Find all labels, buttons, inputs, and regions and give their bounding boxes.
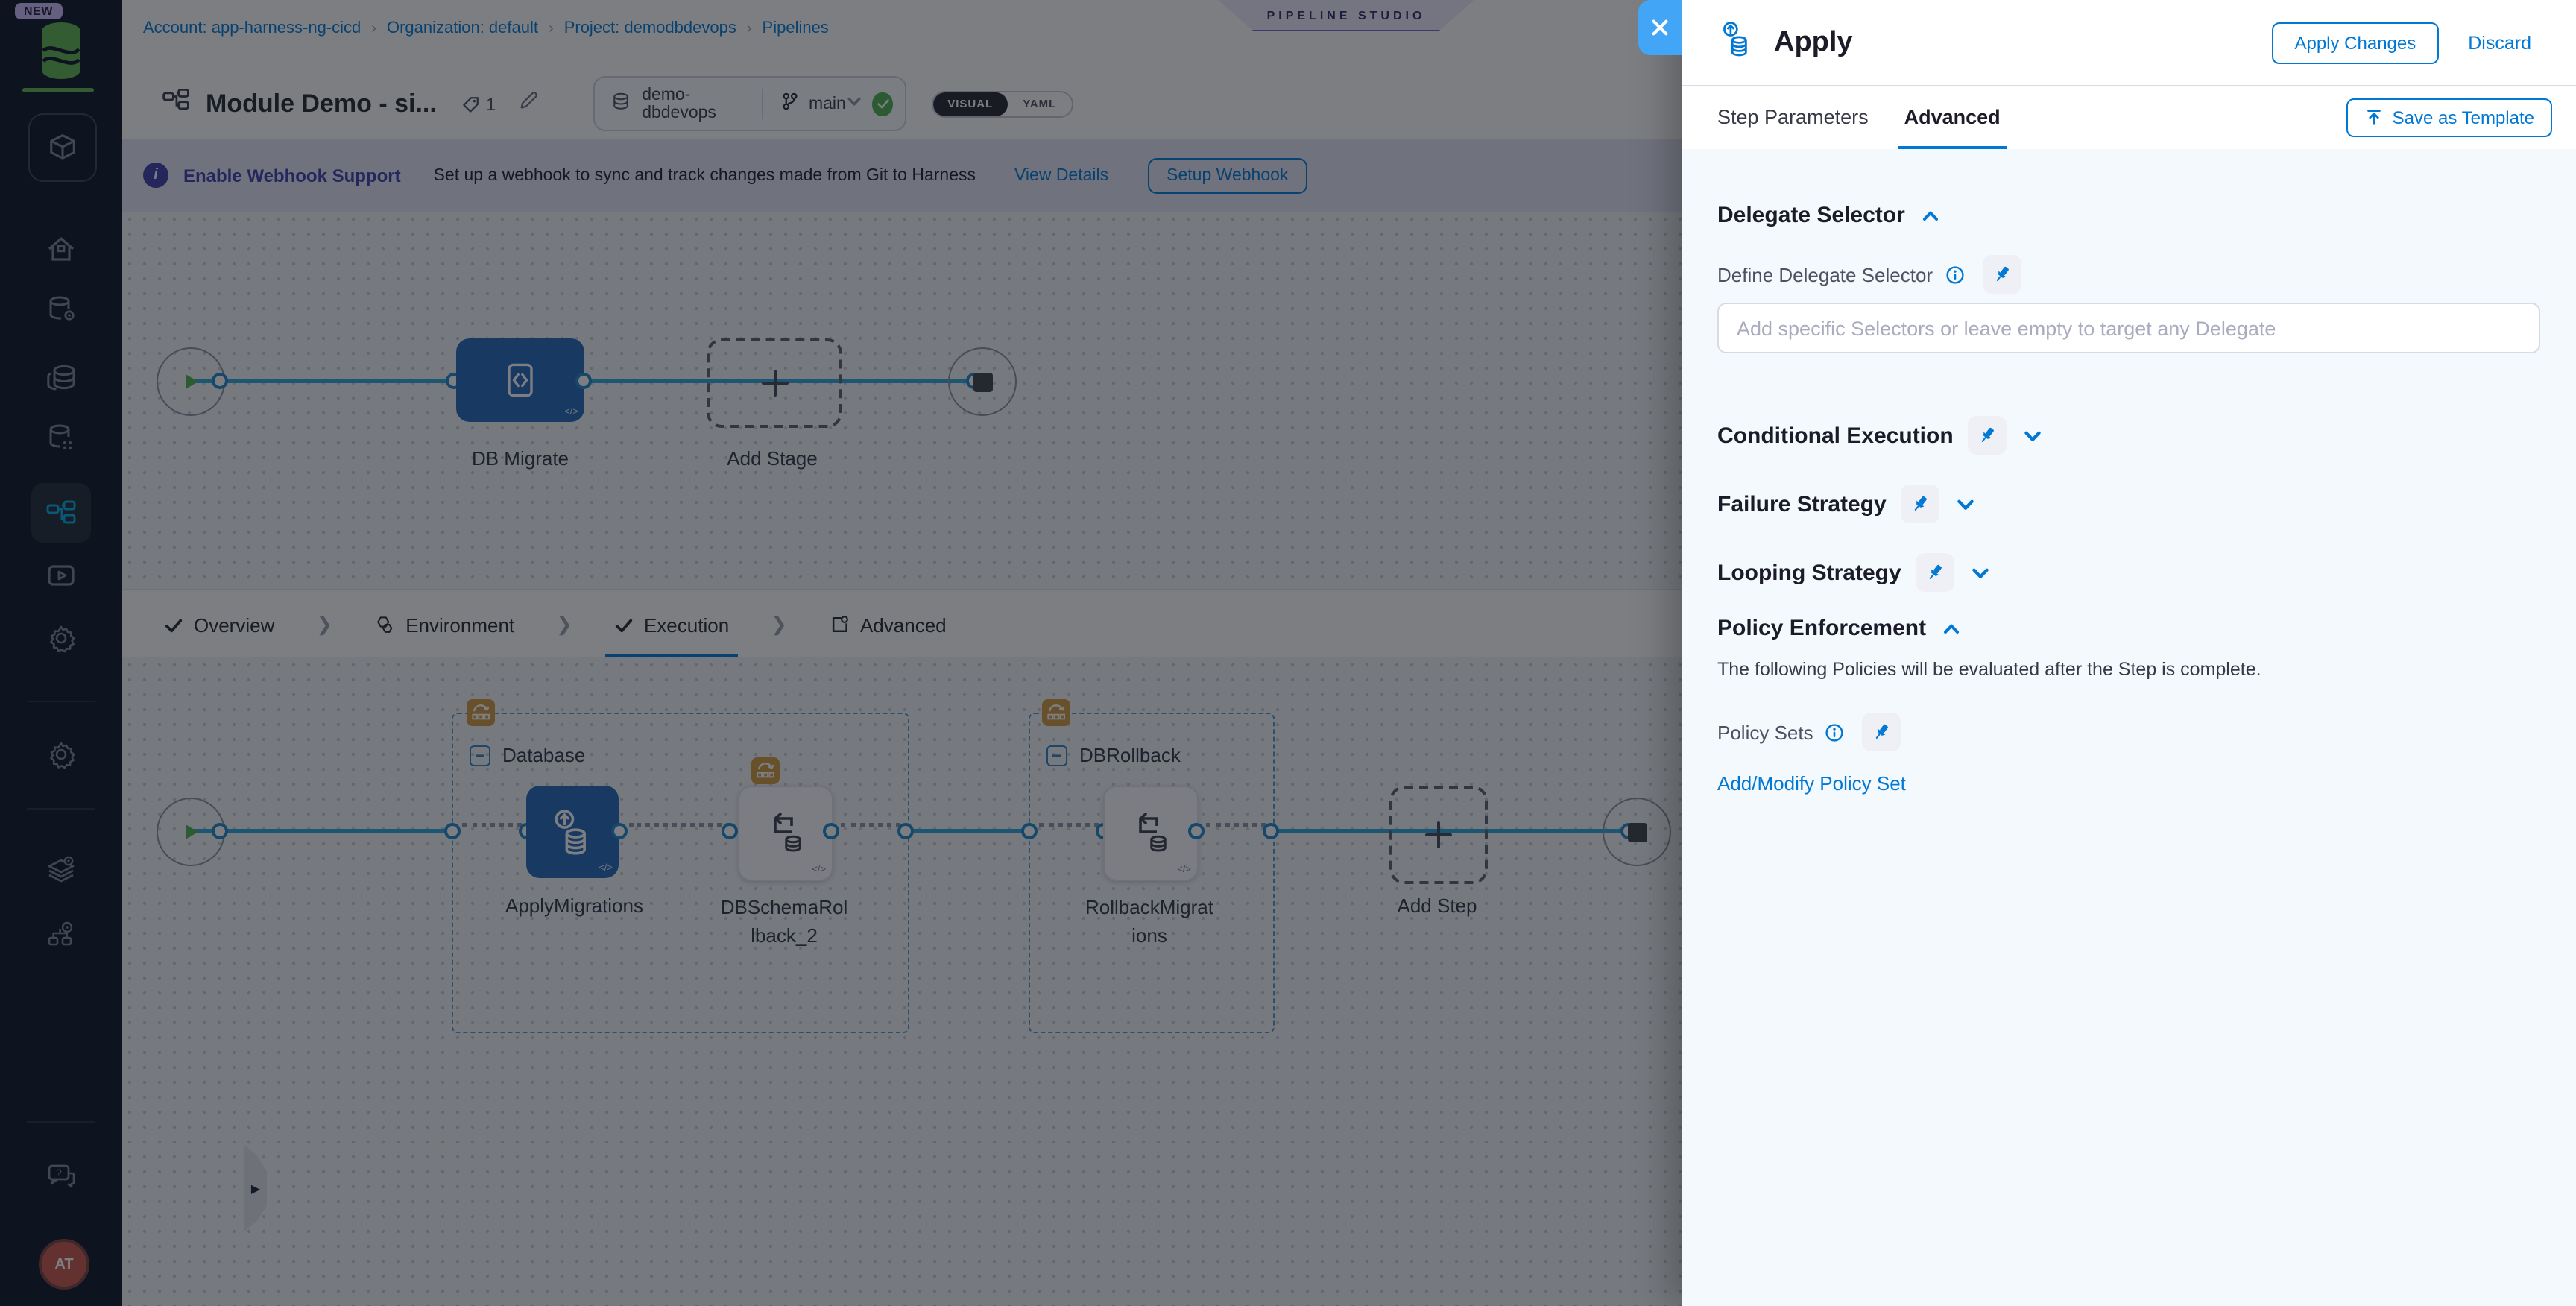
policy-sets-row: Policy Sets bbox=[1717, 713, 2540, 751]
save-as-template-button[interactable]: Save as Template bbox=[2346, 98, 2552, 136]
chevron-up-icon[interactable] bbox=[1920, 205, 1941, 226]
policy-enforcement-row[interactable]: Policy Enforcement bbox=[1717, 616, 2540, 641]
failure-strategy-row[interactable]: Failure Strategy bbox=[1717, 485, 2540, 523]
pin-runtime-input-button[interactable] bbox=[1862, 713, 1901, 751]
tab-advanced[interactable]: Advanced bbox=[1898, 85, 2006, 151]
info-icon[interactable] bbox=[1825, 722, 1845, 742]
failure-strategy-heading: Failure Strategy bbox=[1717, 491, 1887, 517]
conditional-execution-heading: Conditional Execution bbox=[1717, 423, 1954, 448]
save-as-template-label: Save as Template bbox=[2392, 107, 2534, 127]
delegate-selector-input[interactable] bbox=[1717, 303, 2540, 353]
close-drawer-button[interactable] bbox=[1638, 0, 1682, 55]
policy-enforcement-description: The following Policies will be evaluated… bbox=[1717, 659, 2261, 680]
modal-dim-overlay[interactable] bbox=[0, 0, 1682, 1306]
pin-runtime-input-button[interactable] bbox=[1982, 255, 2021, 294]
looping-strategy-row[interactable]: Looping Strategy bbox=[1717, 553, 2540, 592]
apply-changes-button[interactable]: Apply Changes bbox=[2272, 22, 2439, 63]
pin-runtime-input-button[interactable] bbox=[1968, 416, 2007, 455]
drawer-title: Apply bbox=[1774, 26, 1853, 57]
apply-step-icon bbox=[1717, 19, 1756, 66]
pin-runtime-input-button[interactable] bbox=[1901, 485, 1940, 523]
pin-runtime-input-button[interactable] bbox=[1916, 553, 1955, 592]
tab-step-parameters[interactable]: Step Parameters bbox=[1717, 85, 1869, 149]
info-icon[interactable] bbox=[1945, 265, 1964, 284]
add-modify-policy-set-link[interactable]: Add/Modify Policy Set bbox=[1717, 772, 2540, 795]
chevron-up-icon[interactable] bbox=[1941, 618, 1962, 639]
conditional-execution-row[interactable]: Conditional Execution bbox=[1717, 416, 2540, 455]
drawer-content: Delegate Selector Define Delegate Select… bbox=[1682, 149, 2576, 1306]
pipeline-studio-app: NEW AT Account: app-harness-ng-cicd › Or… bbox=[0, 0, 2576, 1306]
define-delegate-selector-label: Define Delegate Selector bbox=[1717, 263, 1933, 286]
define-delegate-selector-row: Define Delegate Selector bbox=[1717, 255, 2540, 294]
drawer-header: Apply Apply Changes Discard bbox=[1682, 0, 2576, 86]
step-config-drawer: Apply Apply Changes Discard Step Paramet… bbox=[1638, 0, 2576, 1306]
policy-enforcement-heading: Policy Enforcement bbox=[1717, 616, 1927, 641]
upload-icon bbox=[2364, 107, 2384, 127]
discard-button[interactable]: Discard bbox=[2459, 31, 2540, 54]
looping-strategy-heading: Looping Strategy bbox=[1717, 560, 1901, 585]
chevron-down-icon[interactable] bbox=[1955, 493, 1977, 515]
delegate-selector-heading: Delegate Selector bbox=[1717, 203, 1905, 228]
delegate-selector-heading-row[interactable]: Delegate Selector bbox=[1717, 203, 2540, 228]
drawer-tabs: Step Parameters Advanced Save as Templat… bbox=[1682, 85, 2576, 151]
policy-sets-label: Policy Sets bbox=[1717, 721, 1813, 743]
chevron-down-icon[interactable] bbox=[2022, 424, 2045, 447]
chevron-down-icon[interactable] bbox=[1970, 561, 1992, 584]
